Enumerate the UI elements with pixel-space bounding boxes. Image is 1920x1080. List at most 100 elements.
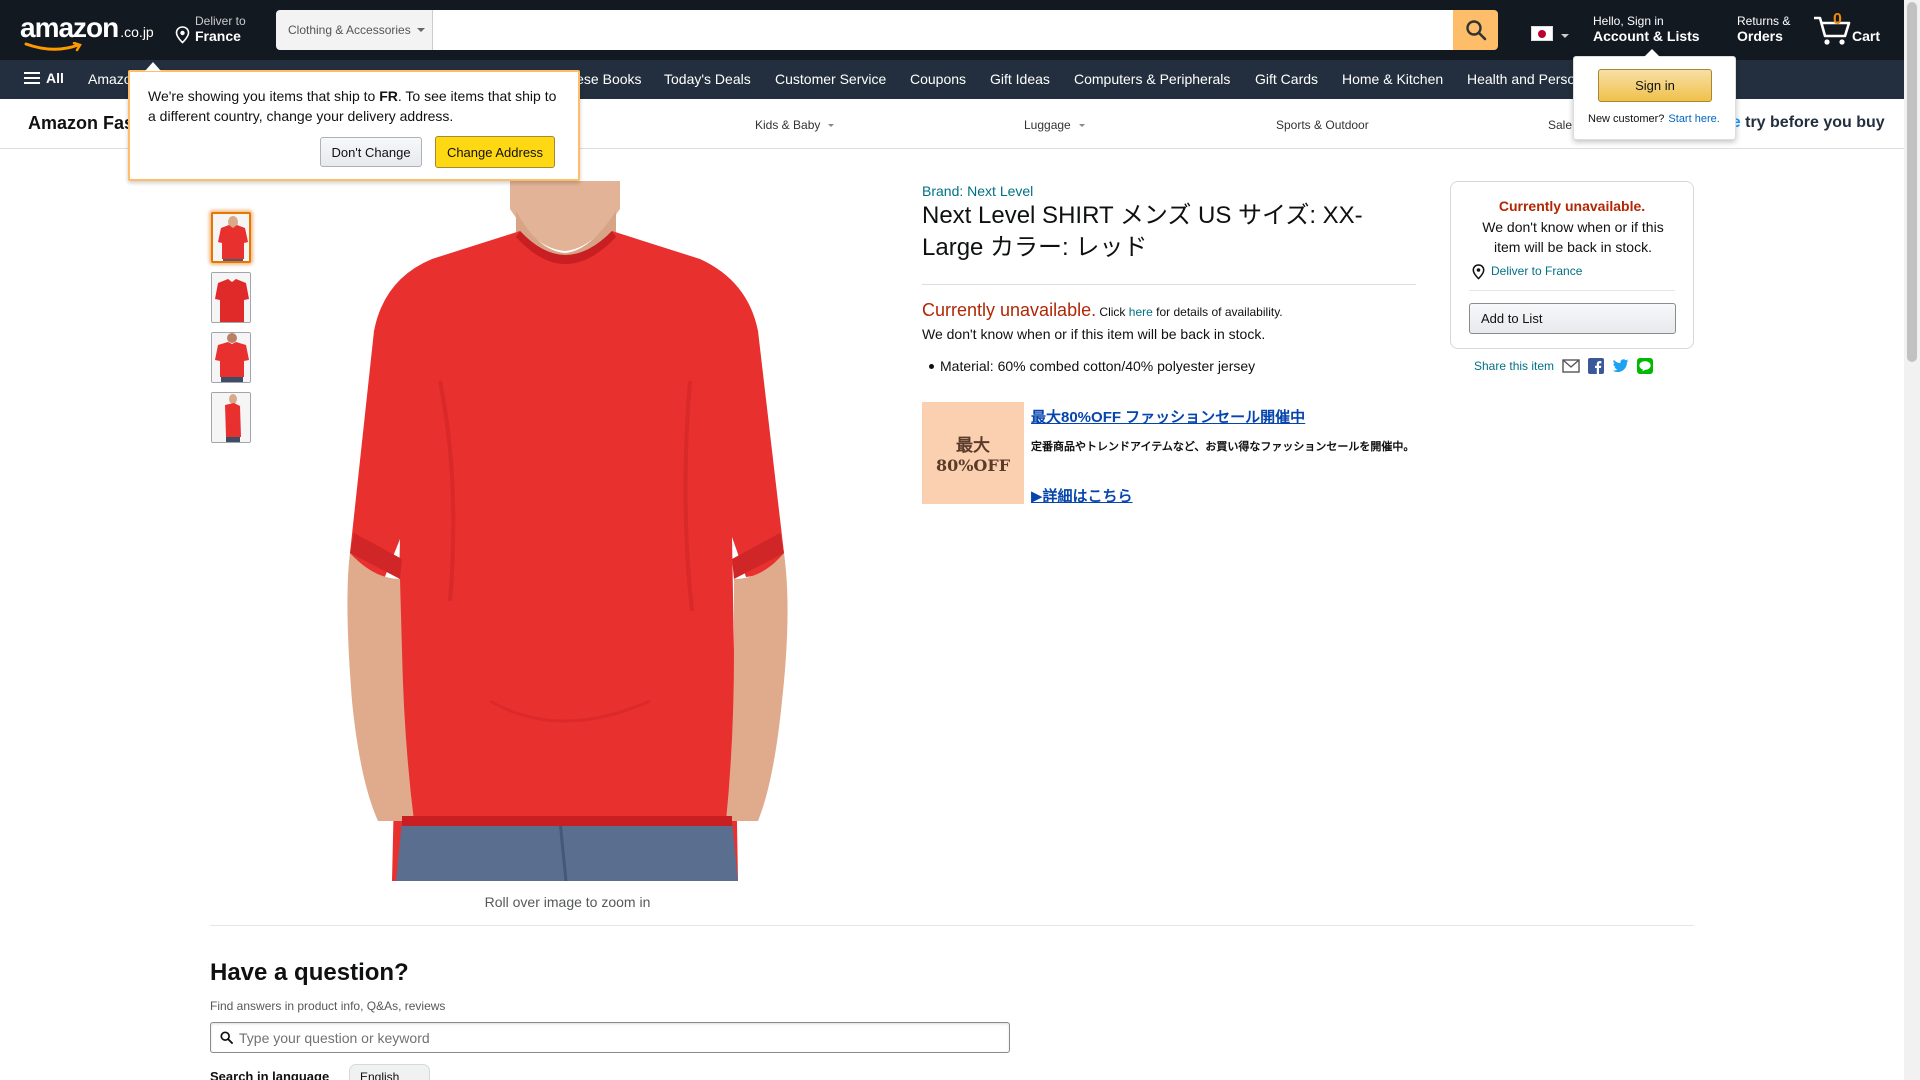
strip-category-label: Luggage (1024, 118, 1071, 132)
search-icon (1465, 20, 1486, 41)
divider (1469, 290, 1675, 291)
availability-message: Currently unavailable. Click here for de… (922, 300, 1422, 321)
scrollbar-thumb[interactable] (1907, 2, 1917, 362)
buy-box: Currently unavailable. We don't know whe… (1450, 181, 1694, 349)
main-product-image[interactable] (330, 181, 806, 881)
promo-image-line1: 最大 (956, 436, 990, 456)
buybox-deliver-link[interactable]: Deliver to France (1491, 264, 1582, 278)
account-label: Account & Lists (1593, 28, 1700, 44)
subnav-item-gift-cards[interactable]: Gift Cards (1255, 71, 1318, 87)
logo-smile-icon (24, 42, 82, 52)
chevron-down-icon (828, 124, 835, 128)
red-tshirt-model-image (330, 181, 806, 881)
product-thumbnail[interactable] (211, 392, 251, 443)
ship-msg-country: FR (379, 88, 398, 104)
location-pin-icon (175, 26, 190, 44)
new-customer-label: New customer? (1588, 113, 1665, 125)
sign-in-button[interactable]: Sign in (1598, 69, 1712, 102)
promo-image-line2: 80%OFF (935, 456, 1011, 475)
unavailable-status: Currently unavailable. (922, 300, 1097, 320)
ship-to-country-popover: We're showing you items that ship to FR.… (128, 62, 580, 181)
returns-and-orders[interactable]: Returns & Orders (1737, 14, 1790, 44)
subnav-item-home-kitchen[interactable]: Home & Kitchen (1342, 71, 1443, 87)
buybox-unavailable-title: Currently unavailable. (1498, 198, 1646, 214)
promo-body-text: 定番商品やトレンドアイテムなど、お買い得なファッションセールを開催中。 (1031, 441, 1415, 453)
dont-change-button[interactable]: Don't Change (320, 137, 422, 167)
brand-link[interactable]: Brand: Next Level (922, 183, 1033, 199)
strip-category-sports-outdoor[interactable]: Sports & Outdoor (1276, 118, 1369, 132)
product-thumbnail[interactable] (211, 272, 251, 323)
thumbnail-image (213, 214, 249, 261)
search-language-label: Search in language (210, 1069, 330, 1080)
thumbnail-image (212, 273, 250, 322)
subnav-item-computers[interactable]: Computers & Peripherals (1074, 71, 1230, 87)
subnav-item-coupons[interactable]: Coupons (910, 71, 966, 87)
cart-label: Cart (1852, 28, 1881, 44)
logo-wordmark: amazon (20, 12, 119, 43)
buybox-restock-text: We don't know when or if this item will … (1482, 219, 1664, 255)
deliver-to-location[interactable]: Deliver to France (175, 14, 246, 44)
new-customer-text: New customer? Start here. (1588, 113, 1720, 125)
product-thumbnail[interactable] (211, 212, 251, 263)
account-and-lists[interactable]: Hello, Sign in Account & Lists (1593, 14, 1700, 44)
search-category-label: Clothing & Accessories (288, 23, 411, 37)
all-menu-label: All (46, 70, 64, 86)
search-button[interactable] (1453, 10, 1498, 50)
strip-category-kids-baby[interactable]: Kids & Baby (755, 118, 835, 132)
divider (922, 284, 1416, 285)
thumbnail-image (212, 393, 250, 442)
click-text: Click (1096, 305, 1129, 319)
start-here-link[interactable]: Start here. (1668, 113, 1719, 125)
cart-icon (1814, 16, 1851, 45)
promo-banner-image[interactable]: 最大 80%OFF (922, 402, 1024, 504)
cart-count: 0 (1833, 11, 1842, 28)
strip-category-label: Kids & Baby (755, 118, 821, 132)
product-title: Next Level SHIRT メンズ US サイズ: XX-Large カラ… (922, 202, 1363, 261)
availability-here-link[interactable]: here (1129, 305, 1153, 319)
cart-button[interactable]: 0 Cart (1812, 10, 1882, 50)
logo-tld: .co.jp (120, 24, 154, 40)
chevron-down-icon (416, 28, 425, 32)
prime-try-before-you-buy-banner[interactable]: ne try before you buy (1722, 114, 1885, 132)
search-icon (220, 1031, 233, 1044)
subnav-item-customer-service[interactable]: Customer Service (775, 71, 886, 87)
subnav-item-gift-ideas[interactable]: Gift Ideas (990, 71, 1050, 87)
search-input[interactable] (433, 10, 1453, 50)
ship-msg-pre: We're showing you items that ship to (148, 88, 380, 104)
details-text: for details of availability. (1152, 305, 1283, 319)
ship-to-message: We're showing you items that ship to FR.… (148, 86, 568, 126)
promo-headline-link[interactable]: 最大80%OFF ファッションセール開催中 (1031, 406, 1305, 427)
feature-bullet: Material: 60% combed cotton/40% polyeste… (928, 358, 1256, 374)
line-icon[interactable] (1637, 358, 1654, 374)
share-label: Share this item (1474, 359, 1555, 373)
search-language-select[interactable]: English (349, 1064, 430, 1080)
qa-search-box (210, 1022, 1010, 1053)
deliver-country: France (195, 28, 241, 44)
product-thumbnail[interactable] (211, 332, 251, 383)
qa-title: Have a question? (210, 959, 409, 986)
subnav-item-todays-deals[interactable]: Today's Deals (664, 71, 751, 87)
thumbnail-image (212, 333, 250, 382)
search-category-dropdown[interactable]: Clothing & Accessories (276, 10, 433, 50)
all-menu-button[interactable]: All (24, 70, 64, 86)
hamburger-menu-icon (24, 72, 40, 84)
qa-search-input[interactable] (239, 1027, 999, 1049)
japan-flag-icon[interactable] (1531, 26, 1553, 41)
email-icon[interactable] (1562, 359, 1580, 373)
language-dropdown-caret-icon[interactable] (1561, 34, 1569, 38)
location-pin-icon (1472, 264, 1485, 280)
amazon-logo[interactable]: amazon .co.jp (20, 12, 154, 52)
add-to-list-button[interactable]: Add to List (1469, 303, 1676, 334)
search-bar: Clothing & Accessories (276, 10, 1498, 50)
restock-message: We don't know when or if this item will … (922, 326, 1266, 342)
twitter-icon[interactable] (1612, 359, 1629, 373)
prime-text: try before you buy (1740, 114, 1885, 131)
strip-category-sale[interactable]: Sale (1548, 118, 1572, 132)
facebook-icon[interactable] (1588, 358, 1605, 374)
returns-label: Returns & (1737, 14, 1791, 28)
promo-details-link[interactable]: ▶詳細はこちら (1031, 485, 1133, 506)
top-navigation-bar: amazon .co.jp Deliver to France Clothing … (0, 0, 1920, 60)
change-address-button[interactable]: Change Address (435, 136, 555, 168)
strip-category-luggage[interactable]: Luggage (1024, 118, 1085, 132)
deliver-label: Deliver to (195, 14, 246, 28)
